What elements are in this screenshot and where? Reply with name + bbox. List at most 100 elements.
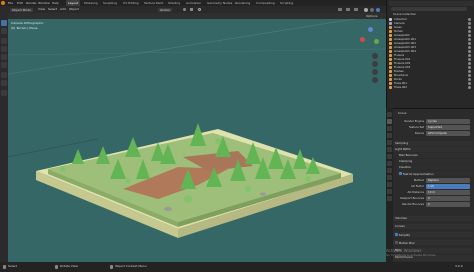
eye-icon[interactable]	[468, 70, 471, 73]
section-fast-gi[interactable]: Fast GI Approximation	[397, 171, 473, 176]
mesh-icon	[389, 46, 392, 49]
tool-tab-icon[interactable]	[387, 112, 392, 117]
mesh-icon	[389, 82, 392, 85]
simplify-checkbox[interactable]	[395, 233, 398, 236]
move-icon[interactable]	[1, 38, 7, 44]
section-max-bounces[interactable]: Max Bounces	[397, 153, 473, 158]
data-tab-icon[interactable]	[387, 189, 392, 194]
mesh-icon	[389, 38, 392, 41]
transform-icon[interactable]	[1, 62, 7, 68]
outliner-item[interactable]: Trees.002	[389, 86, 473, 90]
render-engine-select[interactable]: Cycles	[426, 119, 470, 124]
gizmo-icon[interactable]	[346, 8, 350, 11]
rotate-icon[interactable]	[1, 46, 7, 52]
render-bounces-row: Render Bounces 0	[395, 202, 472, 207]
eye-icon[interactable]	[468, 34, 471, 37]
render-engine-row: Render Engine Cycles	[395, 119, 472, 124]
output-tab-icon[interactable]	[387, 126, 392, 131]
outliner-scene-collection[interactable]: Scene Collection	[393, 13, 416, 16]
section-light-paths[interactable]: Light Paths	[393, 147, 473, 152]
world-tab-icon[interactable]	[387, 147, 392, 152]
device-row: Device GPU Compute	[395, 131, 472, 136]
device-select[interactable]: GPU Compute	[426, 131, 470, 136]
render-bounces-field[interactable]: 0	[426, 202, 470, 207]
blender-logo-icon[interactable]	[1, 1, 5, 5]
solid-shading-icon[interactable]	[364, 7, 368, 12]
object-tab-icon[interactable]	[387, 154, 392, 159]
menu-file[interactable]: File	[8, 1, 13, 5]
section-motion-blur[interactable]: Motion Blur	[393, 240, 473, 245]
section-volumes[interactable]: Volumes	[393, 216, 473, 221]
options-dropdown[interactable]: Options	[366, 15, 378, 18]
menu-add[interactable]: Add	[60, 8, 66, 11]
eye-icon[interactable]	[468, 66, 471, 69]
ao-distance-field[interactable]: 10 m	[426, 190, 470, 195]
menu-select[interactable]: Select	[48, 8, 57, 11]
render-tab-icon[interactable]	[387, 119, 392, 124]
view-layer-tab-icon[interactable]	[387, 133, 392, 138]
transform-orientation-select[interactable]: Global	[158, 8, 172, 12]
physics-tab-icon[interactable]	[387, 175, 392, 180]
version-label: 3.0.0	[455, 265, 463, 268]
eye-icon[interactable]	[468, 50, 471, 53]
motion-blur-checkbox[interactable]	[395, 241, 398, 244]
status-context-menu: Object Context Menu	[115, 265, 147, 268]
snap-icon[interactable]	[190, 8, 193, 11]
properties-tabs	[386, 108, 393, 262]
material-shading-icon[interactable]	[370, 7, 374, 12]
pivot-icon[interactable]	[183, 8, 186, 11]
outliner-search-input[interactable]	[391, 7, 467, 11]
section-caustics[interactable]: Caustics	[397, 165, 473, 170]
eye-icon[interactable]	[468, 74, 471, 77]
eye-icon[interactable]	[468, 22, 471, 25]
measure-icon[interactable]	[1, 80, 7, 86]
menu-edit[interactable]: Edit	[17, 1, 23, 5]
visibility-icon[interactable]	[338, 8, 342, 11]
scale-icon[interactable]	[1, 54, 7, 60]
add-cube-icon[interactable]	[1, 90, 7, 96]
material-tab-icon[interactable]	[387, 196, 392, 201]
eye-icon[interactable]	[468, 26, 471, 29]
mode-select[interactable]: Object Mode	[10, 8, 33, 12]
section-clamping[interactable]: Clamping	[397, 159, 473, 164]
mesh-icon	[389, 26, 392, 29]
section-curves[interactable]: Curves	[393, 224, 473, 229]
viewport-bounces-field[interactable]: 0	[426, 196, 470, 201]
modifier-tab-icon[interactable]	[387, 161, 392, 166]
eye-icon[interactable]	[468, 54, 471, 57]
collection-icon	[389, 18, 392, 21]
scene-tab-icon[interactable]	[387, 140, 392, 145]
constraints-tab-icon[interactable]	[387, 182, 392, 187]
menu-view[interactable]: View	[38, 8, 45, 11]
eye-icon[interactable]	[468, 38, 471, 41]
overlay-icon[interactable]	[354, 8, 358, 11]
menu-help[interactable]: Help	[52, 1, 59, 5]
mesh-icon	[389, 54, 392, 57]
ao-factor-field[interactable]: 1.00	[426, 184, 470, 189]
eye-icon[interactable]	[468, 78, 471, 81]
menu-render[interactable]: Render	[26, 1, 37, 5]
cursor-icon[interactable]	[1, 28, 7, 34]
select-box-icon[interactable]	[1, 20, 7, 26]
eye-icon[interactable]	[468, 86, 471, 89]
eye-icon[interactable]	[468, 62, 471, 65]
section-sampling[interactable]: Sampling	[393, 141, 473, 146]
fast-gi-checkbox[interactable]	[399, 172, 402, 175]
annotate-icon[interactable]	[1, 72, 7, 78]
method-select[interactable]: Replace	[426, 178, 470, 183]
proportional-edit-icon[interactable]	[198, 8, 201, 11]
feature-set-select[interactable]: Supported	[426, 125, 470, 130]
eye-icon[interactable]	[468, 18, 471, 21]
eye-icon[interactable]	[468, 46, 471, 49]
menu-window[interactable]: Window	[38, 1, 50, 5]
rendered-shading-icon[interactable]	[376, 7, 380, 12]
eye-icon[interactable]	[468, 30, 471, 33]
eye-icon[interactable]	[468, 58, 471, 61]
status-rotate-view: Rotate View	[60, 265, 78, 268]
section-simplify[interactable]: Simplify	[393, 232, 473, 237]
eye-icon[interactable]	[468, 82, 471, 85]
particles-tab-icon[interactable]	[387, 168, 392, 173]
menu-object[interactable]: Object	[69, 8, 79, 11]
eye-icon[interactable]	[468, 42, 471, 45]
3d-viewport[interactable]: Camera Orthographic (0) Terrain | Plane	[8, 19, 386, 262]
